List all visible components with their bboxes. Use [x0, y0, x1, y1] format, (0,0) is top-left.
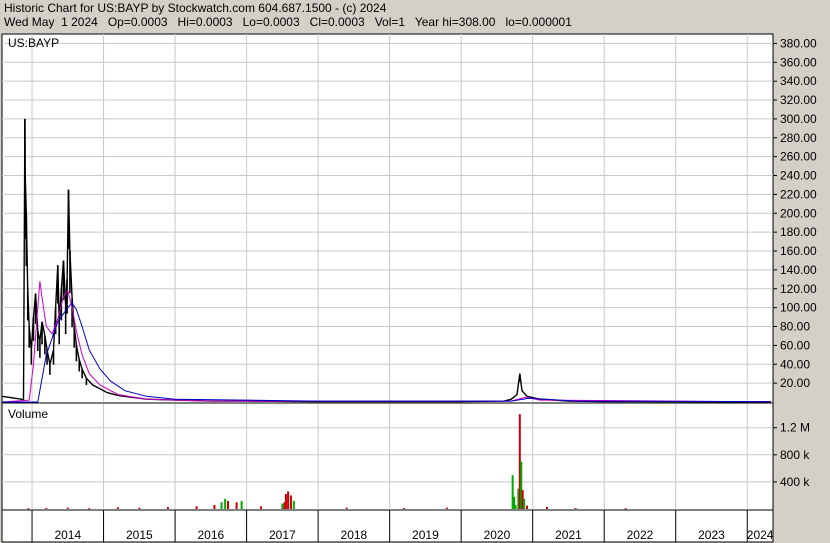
price-tick-label: 380.00 [780, 36, 817, 50]
price-tick-label: 320.00 [780, 93, 817, 107]
volume-tick-label: 1.2 M [780, 421, 810, 435]
volume-tick-label: 400 k [780, 475, 810, 489]
price-tick-label: 80.00 [780, 320, 810, 334]
price-tick-label: 40.00 [780, 357, 810, 371]
volume-bar [27, 508, 30, 510]
volume-bar [166, 506, 169, 509]
year-label: 2019 [412, 528, 439, 542]
volume-panel [1, 402, 774, 511]
price-tick-label: 360.00 [780, 55, 817, 69]
volume-bar [220, 502, 223, 509]
volume-bar [281, 503, 284, 509]
volume-bar [292, 500, 295, 509]
quote-summary-line: Wed May 1 2024 Op=0.0003 Hi=0.0003 Lo=0.… [4, 15, 572, 29]
volume-bar [235, 502, 238, 509]
volume-bar [289, 495, 292, 509]
volume-bar [402, 507, 405, 509]
price-tick-label: 340.00 [780, 74, 817, 88]
year-label: 2022 [627, 528, 654, 542]
price-tick-label: 60.00 [780, 338, 810, 352]
price-tick-label: 180.00 [780, 225, 817, 239]
volume-bar [284, 494, 287, 509]
volume-bar [224, 498, 227, 509]
volume-bar [523, 498, 526, 509]
volume-label: Volume [8, 407, 48, 421]
volume-bar [514, 504, 517, 509]
volume-bar [574, 507, 577, 509]
volume-bar [227, 500, 230, 509]
year-label: 2016 [197, 528, 224, 542]
price-tick-label: 260.00 [780, 150, 817, 164]
chart-header: Historic Chart for US:BAYP by Stockwatch… [0, 0, 830, 32]
volume-bar [138, 507, 141, 509]
volume-bar [66, 507, 69, 509]
price-tick-label: 20.00 [780, 376, 810, 390]
year-label: 2018 [341, 528, 368, 542]
volume-bar [345, 507, 348, 509]
price-tick-label: 120.00 [780, 282, 817, 296]
volume-bar [116, 507, 119, 509]
volume-bar [545, 506, 548, 509]
year-label: 2015 [126, 528, 153, 542]
volume-tick-label: 800 k [780, 448, 810, 462]
price-tick-label: 280.00 [780, 131, 817, 145]
price-panel [1, 33, 774, 404]
year-label: 2021 [555, 528, 582, 542]
volume-bar [88, 508, 91, 510]
price-tick-label: 140.00 [780, 263, 817, 277]
price-tick-label: 160.00 [780, 244, 817, 258]
year-label: 2017 [269, 528, 296, 542]
volume-bar [45, 507, 48, 509]
price-tick-label: 220.00 [780, 187, 817, 201]
year-label: 2014 [54, 528, 81, 542]
year-label: 2023 [698, 528, 725, 542]
price-tick-label: 300.00 [780, 112, 817, 126]
x-axis-strip [1, 509, 774, 543]
chart-title-line: Historic Chart for US:BAYP by Stockwatch… [4, 1, 387, 15]
price-tick-label: 200.00 [780, 206, 817, 220]
year-label: 2024 [747, 528, 774, 542]
volume-bar [213, 504, 216, 509]
volume-bar [240, 500, 243, 509]
price-tick-label: 240.00 [780, 169, 817, 183]
volume-bar [287, 491, 290, 509]
year-label: 2020 [484, 528, 511, 542]
volume-bar [445, 507, 448, 509]
volume-bar [259, 506, 262, 509]
volume-bar [525, 505, 528, 509]
volume-bar [624, 508, 627, 510]
price-tick-label: 100.00 [780, 301, 817, 315]
volume-bar [195, 506, 198, 509]
symbol-label: US:BAYP [8, 36, 59, 50]
price-volume-chart: 20.00 40.00 60.00 80.00 100.00 120.00 140.00 16… [1, 33, 817, 543]
